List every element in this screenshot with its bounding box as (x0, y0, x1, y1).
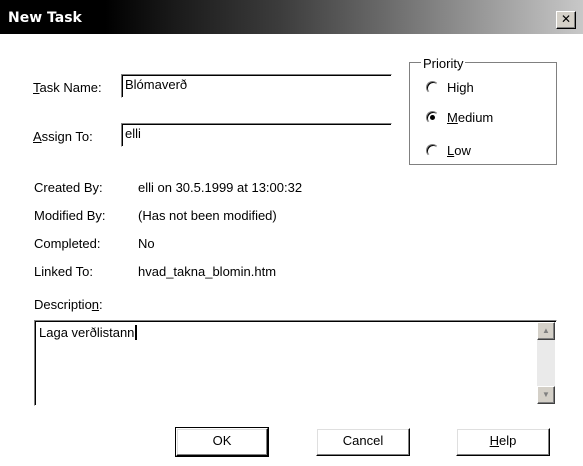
created-by-value: elli on 30.5.1999 at 13:00:32 (138, 180, 303, 195)
completed-value: No (138, 236, 155, 251)
description-textarea[interactable]: Laga verðlistann ▲ ▼ (34, 320, 557, 406)
close-button[interactable]: ✕ (556, 11, 576, 29)
window-title: New Task (8, 10, 82, 26)
description-scrollbar[interactable]: ▲ ▼ (537, 322, 555, 404)
close-icon: ✕ (560, 12, 572, 26)
priority-low-radio[interactable]: Low (426, 143, 471, 158)
title-bar[interactable]: New Task ✕ (0, 0, 583, 34)
new-task-dialog: New Task ✕ Task Name: Blómaverð Assign T… (0, 0, 583, 466)
task-name-label: Task Name: (33, 80, 102, 95)
created-by-label: Created By: (34, 180, 103, 195)
description-label: Description: (34, 297, 103, 312)
scroll-down-icon[interactable]: ▼ (537, 386, 555, 404)
scroll-up-icon[interactable]: ▲ (537, 322, 555, 340)
priority-medium-radio[interactable]: Medium (426, 110, 493, 125)
ok-button[interactable]: OK (175, 427, 269, 457)
text-caret (135, 325, 138, 340)
radio-unchecked-icon (426, 144, 439, 157)
priority-low-label: Low (447, 143, 471, 158)
priority-high-radio[interactable]: High (426, 80, 474, 95)
linked-to-value: hvad_takna_blomin.htm (138, 264, 277, 279)
description-text: Laga verðlistann (39, 325, 138, 340)
cancel-button[interactable]: Cancel (316, 428, 410, 456)
radio-unchecked-icon (426, 81, 439, 94)
modified-by-value: (Has not been modified) (138, 208, 277, 223)
linked-to-label: Linked To: (34, 264, 94, 279)
task-name-value: Blómaverð (125, 77, 188, 92)
modified-by-label: Modified By: (34, 208, 106, 223)
priority-high-label: High (447, 80, 474, 95)
priority-legend: Priority (421, 56, 466, 71)
assign-to-input[interactable]: elli (121, 123, 392, 147)
completed-label: Completed: (34, 236, 101, 251)
radio-checked-icon (426, 111, 439, 124)
task-name-input[interactable]: Blómaverð (121, 74, 392, 98)
priority-medium-label: Medium (447, 110, 494, 125)
assign-to-value: elli (125, 126, 141, 141)
assign-to-label: Assign To: (33, 129, 93, 144)
help-button[interactable]: Help (456, 428, 550, 456)
